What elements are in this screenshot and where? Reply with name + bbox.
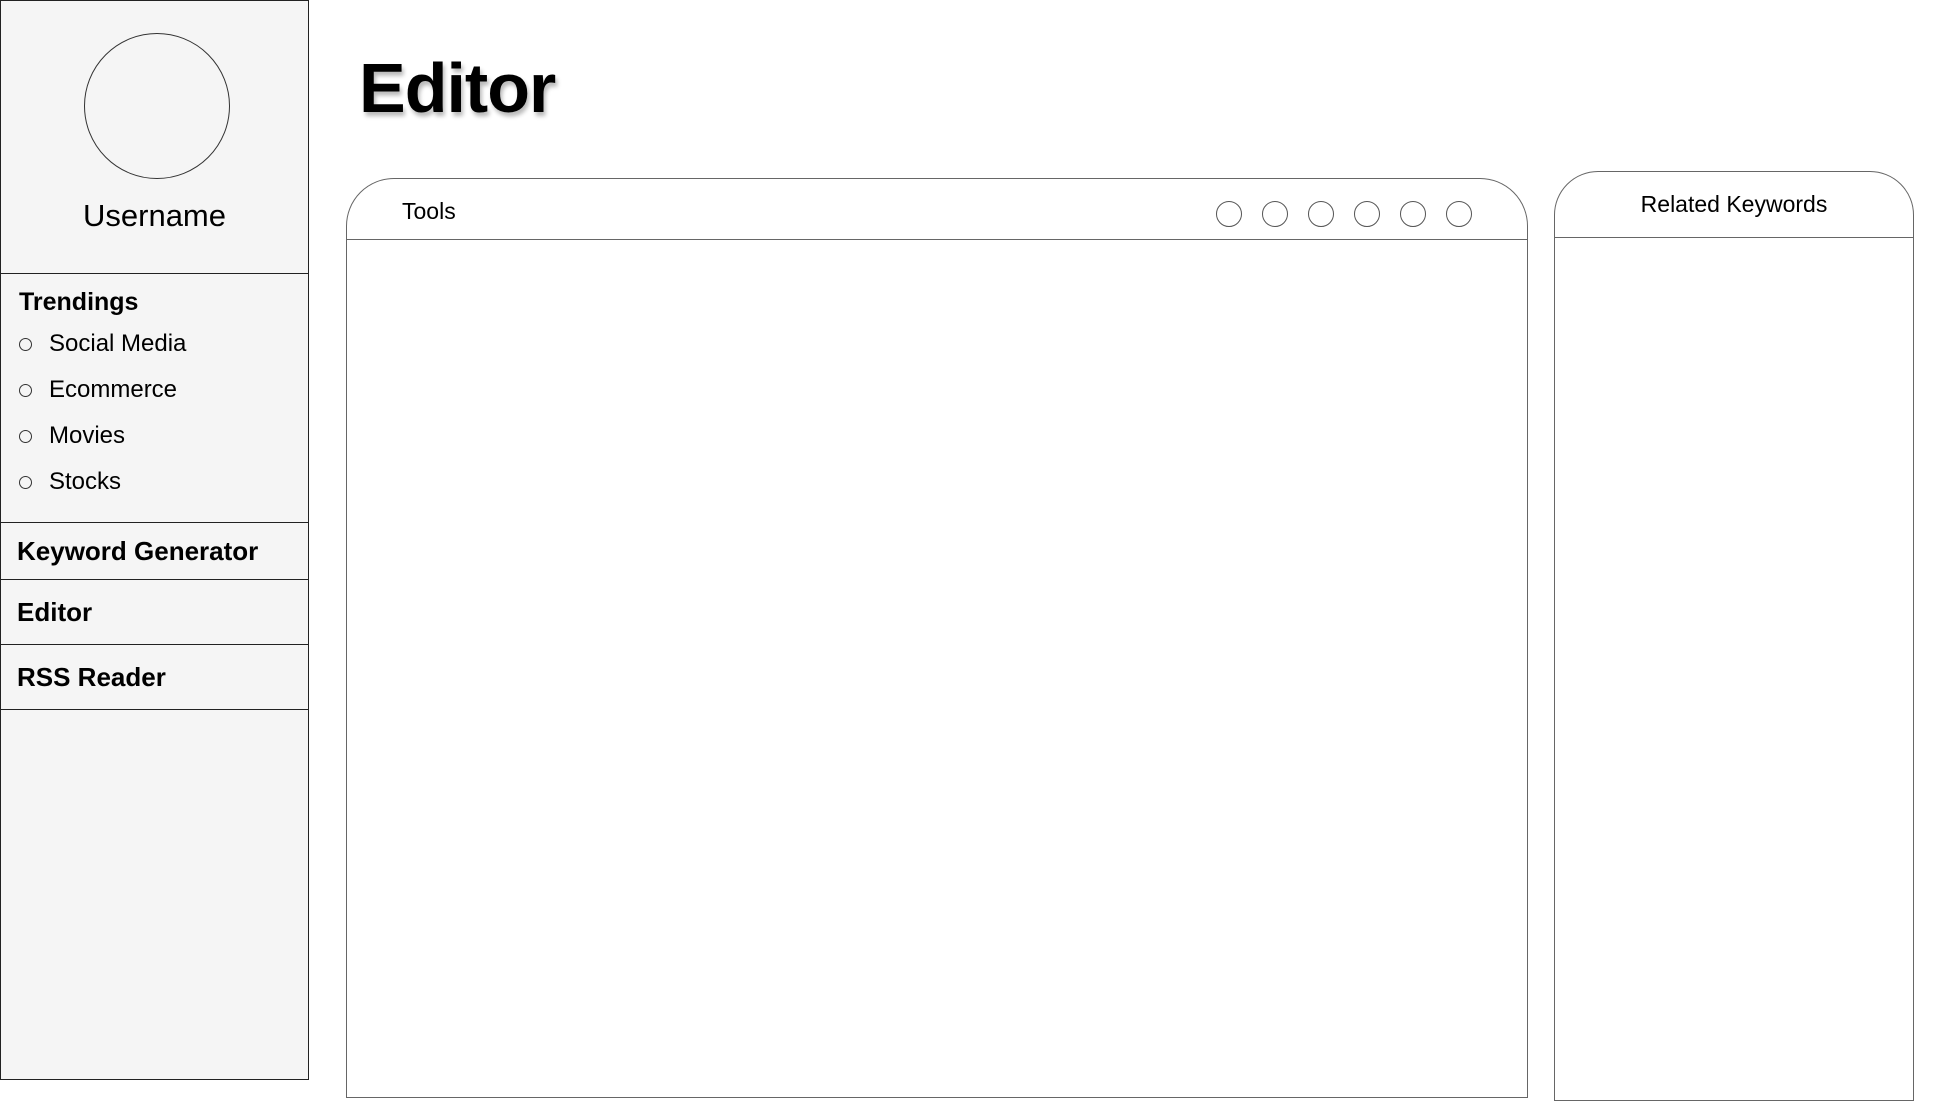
sidebar: Username Trendings Social Media Ecommerc… <box>0 0 309 1080</box>
editor-panel: Tools <box>346 178 1528 1098</box>
radio-icon[interactable] <box>19 475 32 489</box>
tools-label: Tools <box>402 198 456 224</box>
related-keywords-panel: Related Keywords <box>1554 171 1914 1101</box>
editor-text-area[interactable] <box>347 240 1527 1097</box>
trend-item-ecommerce[interactable]: Ecommerce <box>19 372 177 408</box>
trendings-section: Trendings Social Media Ecommerce Movies … <box>1 274 308 523</box>
tool-button-2[interactable] <box>1262 201 1288 227</box>
page-title: Editor <box>359 49 556 127</box>
related-keywords-title: Related Keywords <box>1555 172 1913 238</box>
avatar[interactable] <box>84 33 230 179</box>
tool-buttons <box>1216 201 1472 227</box>
trend-label: Social Media <box>49 330 187 357</box>
trendings-title: Trendings <box>19 288 139 316</box>
trend-label: Stocks <box>49 468 122 495</box>
trend-label: Ecommerce <box>49 376 178 403</box>
nav-keyword-generator[interactable]: Keyword Generator <box>1 523 308 580</box>
tool-button-6[interactable] <box>1446 201 1472 227</box>
tool-button-1[interactable] <box>1216 201 1242 227</box>
tool-button-3[interactable] <box>1308 201 1334 227</box>
radio-icon[interactable] <box>19 337 32 351</box>
nav-rss-reader[interactable]: RSS Reader <box>1 645 308 710</box>
radio-icon[interactable] <box>19 429 32 443</box>
trend-label: Movies <box>49 422 126 449</box>
trend-item-movies[interactable]: Movies <box>19 418 125 454</box>
tool-button-5[interactable] <box>1400 201 1426 227</box>
username: Username <box>83 198 226 233</box>
profile-section: Username <box>1 1 308 274</box>
editor-toolbar: Tools <box>347 179 1527 240</box>
radio-icon[interactable] <box>19 383 32 397</box>
trend-item-social-media[interactable]: Social Media <box>19 326 186 362</box>
tool-button-4[interactable] <box>1354 201 1380 227</box>
trend-item-stocks[interactable]: Stocks <box>19 464 121 500</box>
nav-editor[interactable]: Editor <box>1 580 308 645</box>
